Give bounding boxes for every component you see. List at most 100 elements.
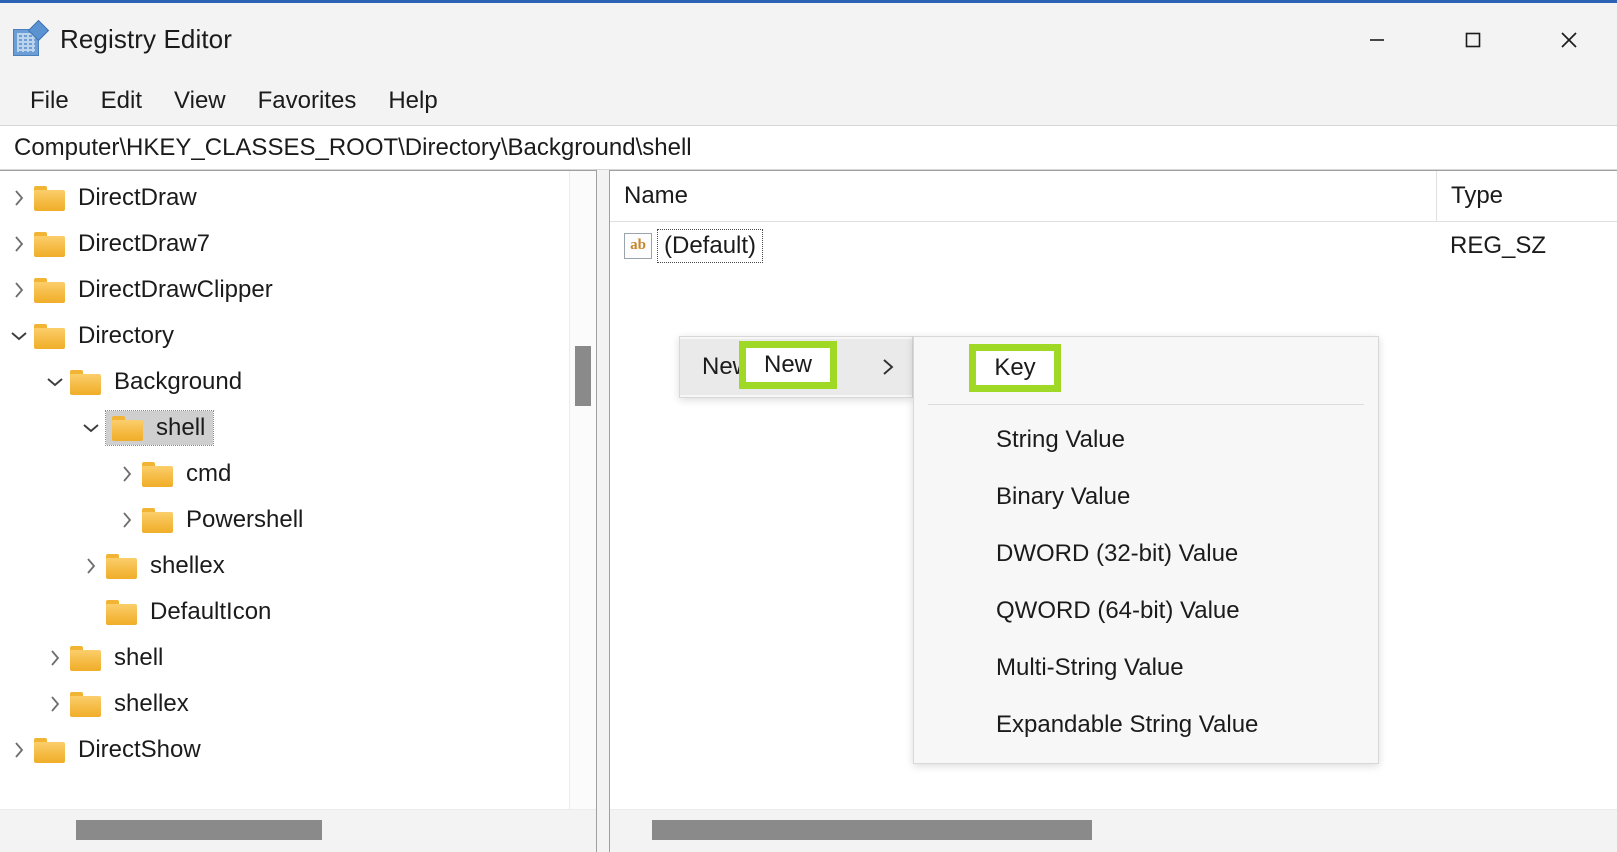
folder-icon — [106, 600, 137, 625]
folder-icon — [34, 186, 65, 211]
close-button[interactable] — [1521, 3, 1617, 76]
submenu-separator — [928, 404, 1364, 405]
context-menu-item-new[interactable]: New — [680, 339, 912, 395]
folder-icon — [70, 692, 101, 717]
column-header-type[interactable]: Type — [1436, 171, 1617, 221]
tree-item-content: shellex — [106, 549, 233, 583]
chevron-down-icon[interactable] — [4, 328, 34, 344]
tree-item-shellex-11[interactable]: shellex — [0, 681, 596, 727]
tree-item-label: shellex — [150, 552, 225, 580]
context-submenu-new: Key String Value Binary Value DWORD (32-… — [913, 336, 1379, 764]
menu-edit[interactable]: Edit — [85, 84, 158, 118]
table-row[interactable]: ab (Default) REG_SZ — [610, 222, 1617, 270]
menu-bar: File Edit View Favorites Help — [0, 76, 1617, 125]
title-bar: Registry Editor — [0, 3, 1617, 76]
column-header-name[interactable]: Name — [610, 171, 1436, 221]
chevron-right-icon[interactable] — [4, 739, 34, 761]
submenu-item-string-value[interactable]: String Value — [914, 411, 1378, 468]
tree-item-content: cmd — [142, 457, 239, 491]
tree-item-label: DirectDraw7 — [78, 230, 210, 258]
folder-icon — [142, 508, 173, 533]
value-name-label: (Default) — [658, 230, 762, 262]
tree-item-directory-3[interactable]: Directory — [0, 313, 596, 359]
minimize-button[interactable] — [1329, 3, 1425, 76]
chevron-right-icon[interactable] — [4, 279, 34, 301]
chevron-right-icon[interactable] — [4, 187, 34, 209]
window-title: Registry Editor — [60, 24, 232, 55]
chevron-down-icon[interactable] — [40, 374, 70, 390]
tree-item-defaulticon-9[interactable]: DefaultIcon — [0, 589, 596, 635]
submenu-item-multi-string-value[interactable]: Multi-String Value — [914, 639, 1378, 696]
chevron-right-icon[interactable] — [112, 509, 142, 531]
values-horizontal-scrollbar[interactable] — [610, 809, 1617, 852]
chevron-down-icon[interactable] — [76, 420, 106, 436]
context-menu: New — [679, 336, 913, 398]
registry-editor-icon — [12, 23, 46, 57]
submenu-item-key[interactable]: Key — [914, 341, 1378, 398]
menu-favorites[interactable]: Favorites — [242, 84, 373, 118]
chevron-right-icon[interactable] — [112, 463, 142, 485]
tree-item-shell-5[interactable]: shell — [0, 405, 596, 451]
tree-horizontal-scrollbar[interactable] — [0, 809, 596, 852]
tree-item-label: DirectDraw — [78, 184, 197, 212]
value-name-cell: ab (Default) — [610, 230, 1436, 262]
folder-icon — [34, 324, 65, 349]
tree-item-content: Background — [70, 365, 250, 399]
chevron-right-icon[interactable] — [4, 233, 34, 255]
tree-item-label: Background — [114, 368, 242, 396]
submenu-item-dword-value[interactable]: DWORD (32-bit) Value — [914, 525, 1378, 582]
chevron-right-icon[interactable] — [40, 693, 70, 715]
submenu-item-qword-value[interactable]: QWORD (64-bit) Value — [914, 582, 1378, 639]
folder-icon — [70, 370, 101, 395]
submenu-item-expandable-string-value[interactable]: Expandable String Value — [914, 696, 1378, 753]
chevron-right-icon[interactable] — [40, 647, 70, 669]
registry-tree-pane: DirectDraw DirectDraw7 DirectDrawClipper Di… — [0, 170, 597, 852]
folder-icon — [34, 738, 65, 763]
context-menu-item-new-label: New — [702, 353, 880, 381]
maximize-button[interactable] — [1425, 3, 1521, 76]
registry-path: Computer\HKEY_CLASSES_ROOT\Directory\Bac… — [14, 134, 692, 162]
menu-view[interactable]: View — [158, 84, 242, 118]
folder-icon — [34, 232, 65, 257]
tree-item-content: DirectShow — [34, 733, 209, 767]
tree-item-label: DirectShow — [78, 736, 201, 764]
folder-icon — [70, 646, 101, 671]
chevron-right-icon — [880, 355, 896, 379]
tree-item-label: DefaultIcon — [150, 598, 271, 626]
tree-item-cmd-6[interactable]: cmd — [0, 451, 596, 497]
submenu-item-binary-value[interactable]: Binary Value — [914, 468, 1378, 525]
tree-item-label: cmd — [186, 460, 231, 488]
tree-item-label: DirectDrawClipper — [78, 276, 273, 304]
tree-item-content: shellex — [70, 687, 197, 721]
values-column-header: Name Type — [610, 171, 1617, 222]
chevron-right-icon[interactable] — [76, 555, 106, 577]
tree-item-shellex-8[interactable]: shellex — [0, 543, 596, 589]
tree-item-shell-10[interactable]: shell — [0, 635, 596, 681]
folder-icon — [34, 278, 65, 303]
tree-item-label: Powershell — [186, 506, 303, 534]
tree-item-label: shellex — [114, 690, 189, 718]
tree-vertical-scroll-thumb[interactable] — [575, 346, 591, 406]
string-value-icon: ab — [624, 233, 652, 259]
tree-item-content: DirectDrawClipper — [34, 273, 281, 307]
pane-splitter[interactable] — [597, 170, 609, 852]
tree-item-background-4[interactable]: Background — [0, 359, 596, 405]
values-horizontal-scroll-thumb[interactable] — [652, 820, 1092, 840]
tree-item-content: Directory — [34, 319, 182, 353]
registry-editor-window: Registry Editor File Edit V — [0, 0, 1617, 852]
tree-item-directdraw-0[interactable]: DirectDraw — [0, 175, 596, 221]
tree-vertical-scrollbar[interactable] — [569, 171, 596, 852]
tree-item-content: shell — [70, 641, 171, 675]
tree-item-label: shell — [114, 644, 163, 672]
tree-item-content: DefaultIcon — [106, 595, 279, 629]
tree-item-label: Directory — [78, 322, 174, 350]
tree-horizontal-scroll-thumb[interactable] — [76, 820, 322, 840]
registry-tree[interactable]: DirectDraw DirectDraw7 DirectDrawClipper Di… — [0, 171, 596, 809]
tree-item-directshow-12[interactable]: DirectShow — [0, 727, 596, 773]
tree-item-directdraw7-1[interactable]: DirectDraw7 — [0, 221, 596, 267]
tree-item-powershell-7[interactable]: Powershell — [0, 497, 596, 543]
tree-item-directdrawclipper-2[interactable]: DirectDrawClipper — [0, 267, 596, 313]
menu-file[interactable]: File — [14, 84, 85, 118]
address-bar[interactable]: Computer\HKEY_CLASSES_ROOT\Directory\Bac… — [0, 125, 1617, 170]
menu-help[interactable]: Help — [372, 84, 453, 118]
